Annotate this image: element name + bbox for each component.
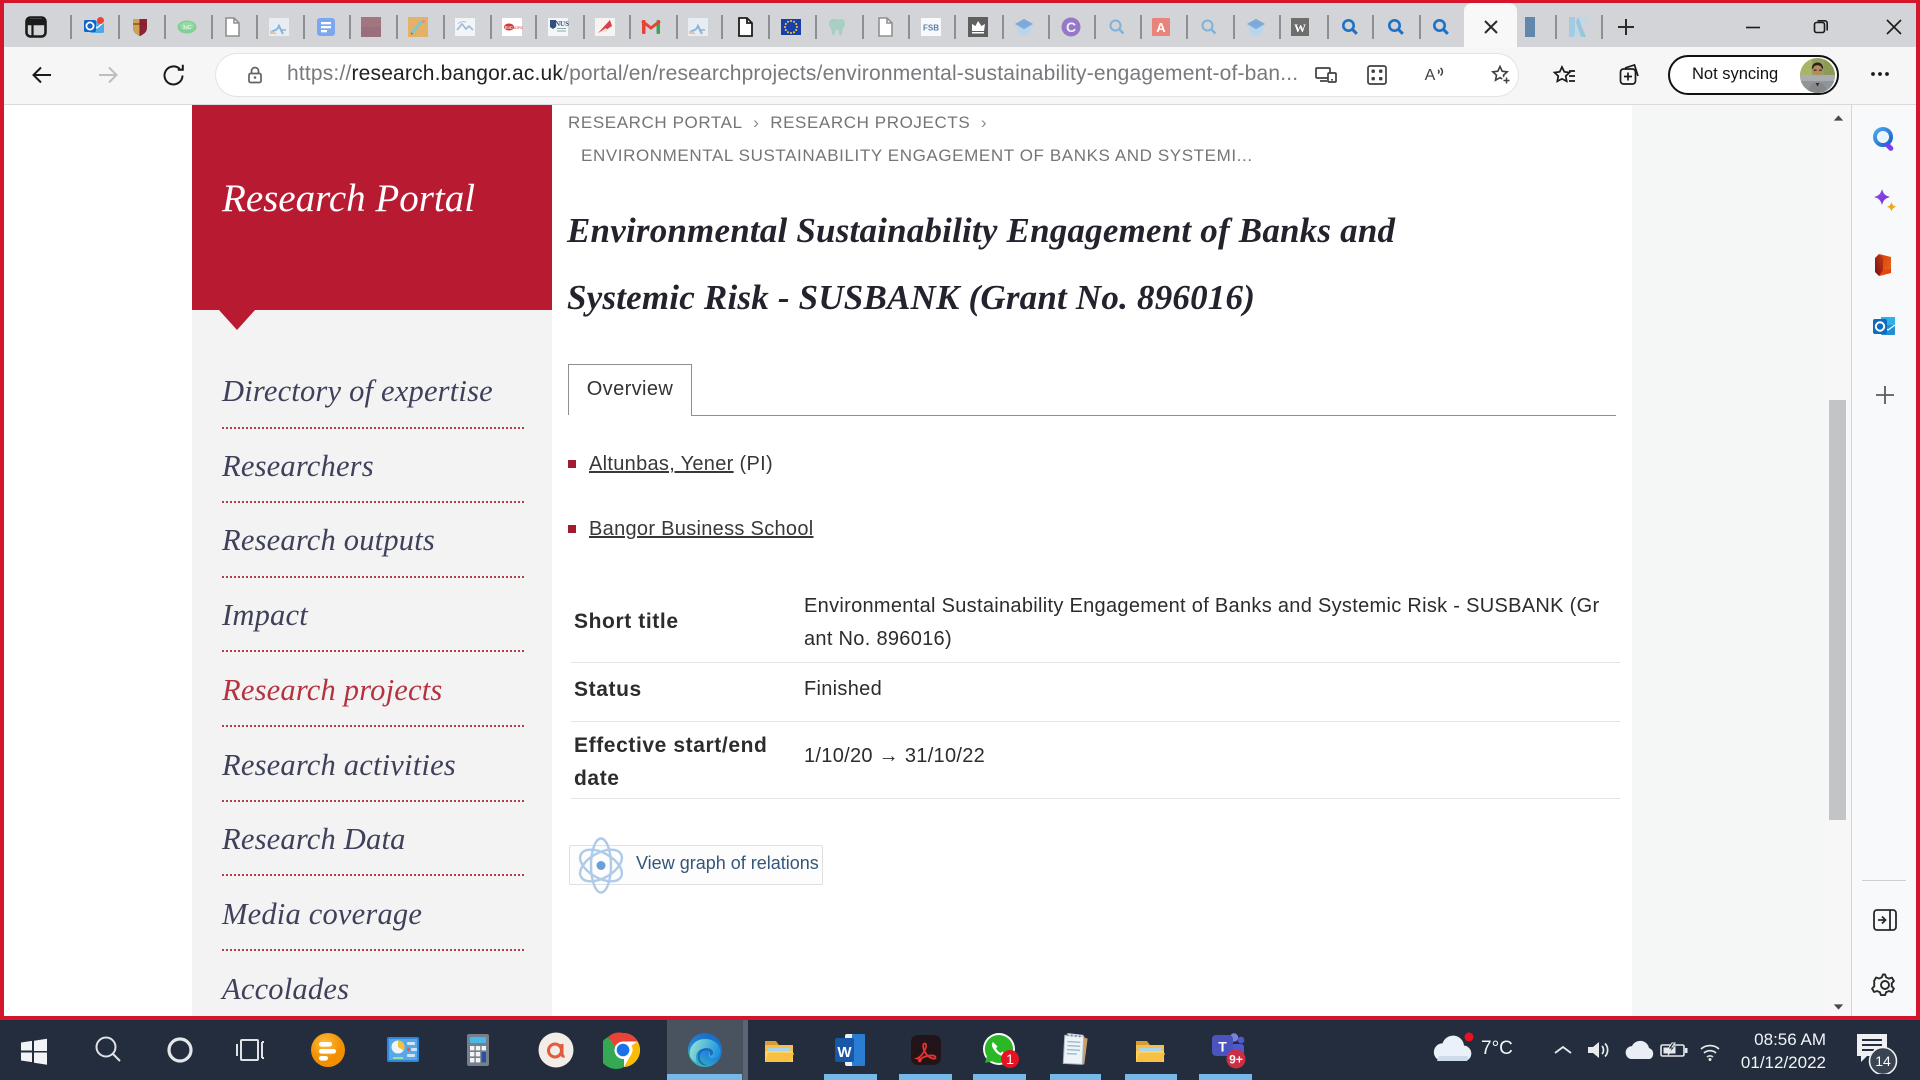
svg-text:1: 1 xyxy=(1006,1051,1014,1067)
svg-text:A: A xyxy=(1425,67,1436,84)
svg-text:A: A xyxy=(1156,20,1166,35)
svg-text:T: T xyxy=(1218,1039,1227,1055)
svg-text:9+: 9+ xyxy=(1229,1053,1243,1067)
svg-text:FSB: FSB xyxy=(923,24,939,33)
svg-text:C: C xyxy=(1066,19,1076,35)
svg-text:W: W xyxy=(1294,21,1306,35)
svg-text:NUS: NUS xyxy=(555,20,569,28)
svg-text:W: W xyxy=(837,1044,852,1061)
svg-text:3sC: 3sC xyxy=(183,25,192,31)
svg-text:BORC: BORC xyxy=(512,25,523,30)
svg-text:14: 14 xyxy=(1875,1053,1891,1069)
